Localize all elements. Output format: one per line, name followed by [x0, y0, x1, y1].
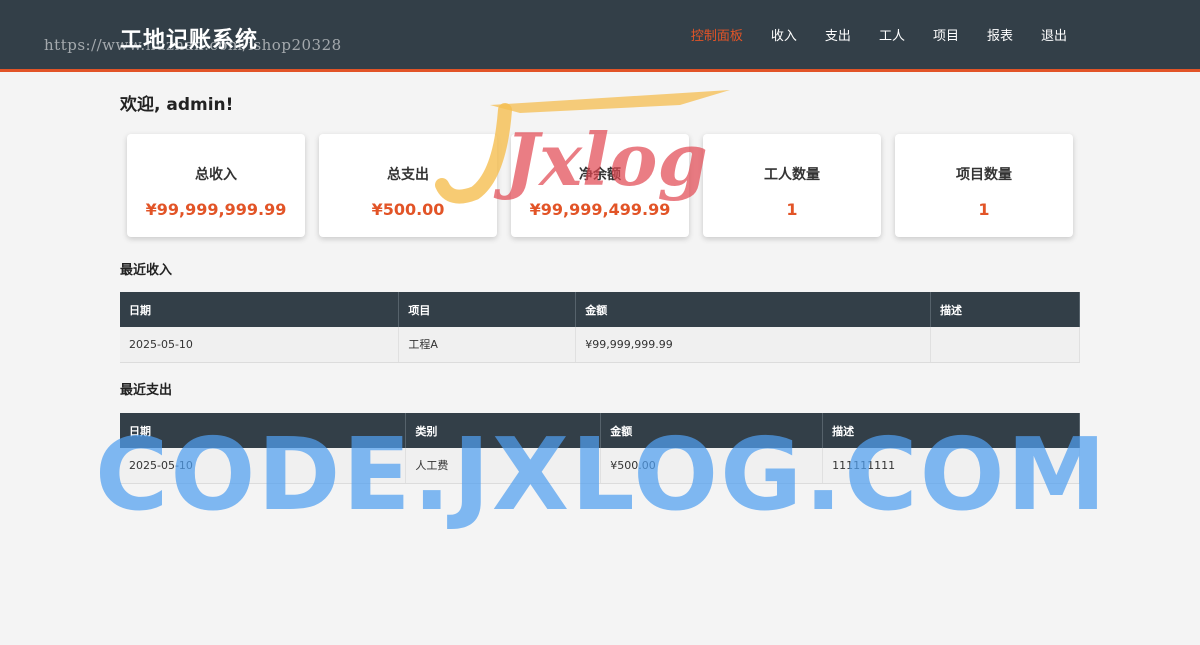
stat-value: ¥99,999,999.99	[145, 200, 287, 219]
nav-reports[interactable]: 报表	[987, 28, 1013, 46]
nav-income[interactable]: 收入	[771, 28, 797, 46]
table-row: 2025-05-10 工程A ¥99,999,999.99	[120, 327, 1080, 363]
stat-label: 总收入	[195, 167, 237, 183]
cell-amount: ¥500.00	[600, 448, 824, 484]
stat-card-worker-count: 工人数量 1	[703, 134, 881, 237]
top-navbar: 工地记账系统 https://www.huzhan.com/ishop20328…	[0, 0, 1200, 72]
column-header-category: 类别	[405, 413, 602, 448]
nav-dashboard[interactable]: 控制面板	[691, 28, 743, 46]
stat-value: ¥500.00	[371, 200, 445, 219]
stat-card-net-balance: 净余额 ¥99,999,499.99	[511, 134, 689, 237]
table-header-row: 日期 项目 金额 描述	[120, 292, 1080, 327]
stat-card-project-count: 项目数量 1	[895, 134, 1073, 237]
stat-value: ¥99,999,499.99	[529, 200, 671, 219]
stat-label: 工人数量	[764, 167, 820, 183]
cell-description	[930, 327, 1080, 363]
column-header-description: 描述	[930, 292, 1080, 327]
stat-label: 项目数量	[956, 167, 1012, 183]
welcome-heading: 欢迎, admin!	[120, 95, 234, 115]
column-header-date: 日期	[120, 292, 400, 327]
column-header-amount: 金额	[600, 413, 824, 448]
cell-amount: ¥99,999,999.99	[575, 327, 932, 363]
stat-value: 1	[978, 200, 990, 219]
cell-description: 111111111	[822, 448, 1080, 484]
main-nav: 控制面板 收入 支出 工人 项目 报表 退出	[663, 28, 1067, 46]
stat-label: 总支出	[387, 167, 429, 183]
nav-projects[interactable]: 项目	[933, 28, 959, 46]
cell-category: 人工费	[405, 448, 602, 484]
table-row: 2025-05-10 人工费 ¥500.00 111111111	[120, 448, 1080, 484]
stat-card-total-income: 总收入 ¥99,999,999.99	[127, 134, 305, 237]
stats-cards: 总收入 ¥99,999,999.99 总支出 ¥500.00 净余额 ¥99,9…	[127, 134, 1087, 237]
column-header-description: 描述	[822, 413, 1080, 448]
url-watermark: https://www.huzhan.com/ishop20328	[44, 36, 342, 54]
stat-card-total-expense: 总支出 ¥500.00	[319, 134, 497, 237]
column-header-project: 项目	[398, 292, 577, 327]
nav-expense[interactable]: 支出	[825, 28, 851, 46]
cell-date: 2025-05-10	[120, 327, 400, 363]
cell-date: 2025-05-10	[120, 448, 407, 484]
table-header-row: 日期 类别 金额 描述	[120, 413, 1080, 448]
column-header-amount: 金额	[575, 292, 932, 327]
recent-income-title: 最近收入	[120, 263, 173, 278]
cell-project: 工程A	[398, 327, 577, 363]
recent-expense-title: 最近支出	[120, 383, 173, 398]
nav-workers[interactable]: 工人	[879, 28, 905, 46]
column-header-date: 日期	[120, 413, 407, 448]
stat-label: 净余额	[579, 167, 621, 183]
nav-logout[interactable]: 退出	[1041, 28, 1067, 46]
recent-income-table: 日期 项目 金额 描述 2025-05-10 工程A ¥99,999,999.9…	[120, 292, 1080, 363]
stat-value: 1	[786, 200, 798, 219]
recent-expense-table: 日期 类别 金额 描述 2025-05-10 人工费 ¥500.00 11111…	[120, 413, 1080, 484]
